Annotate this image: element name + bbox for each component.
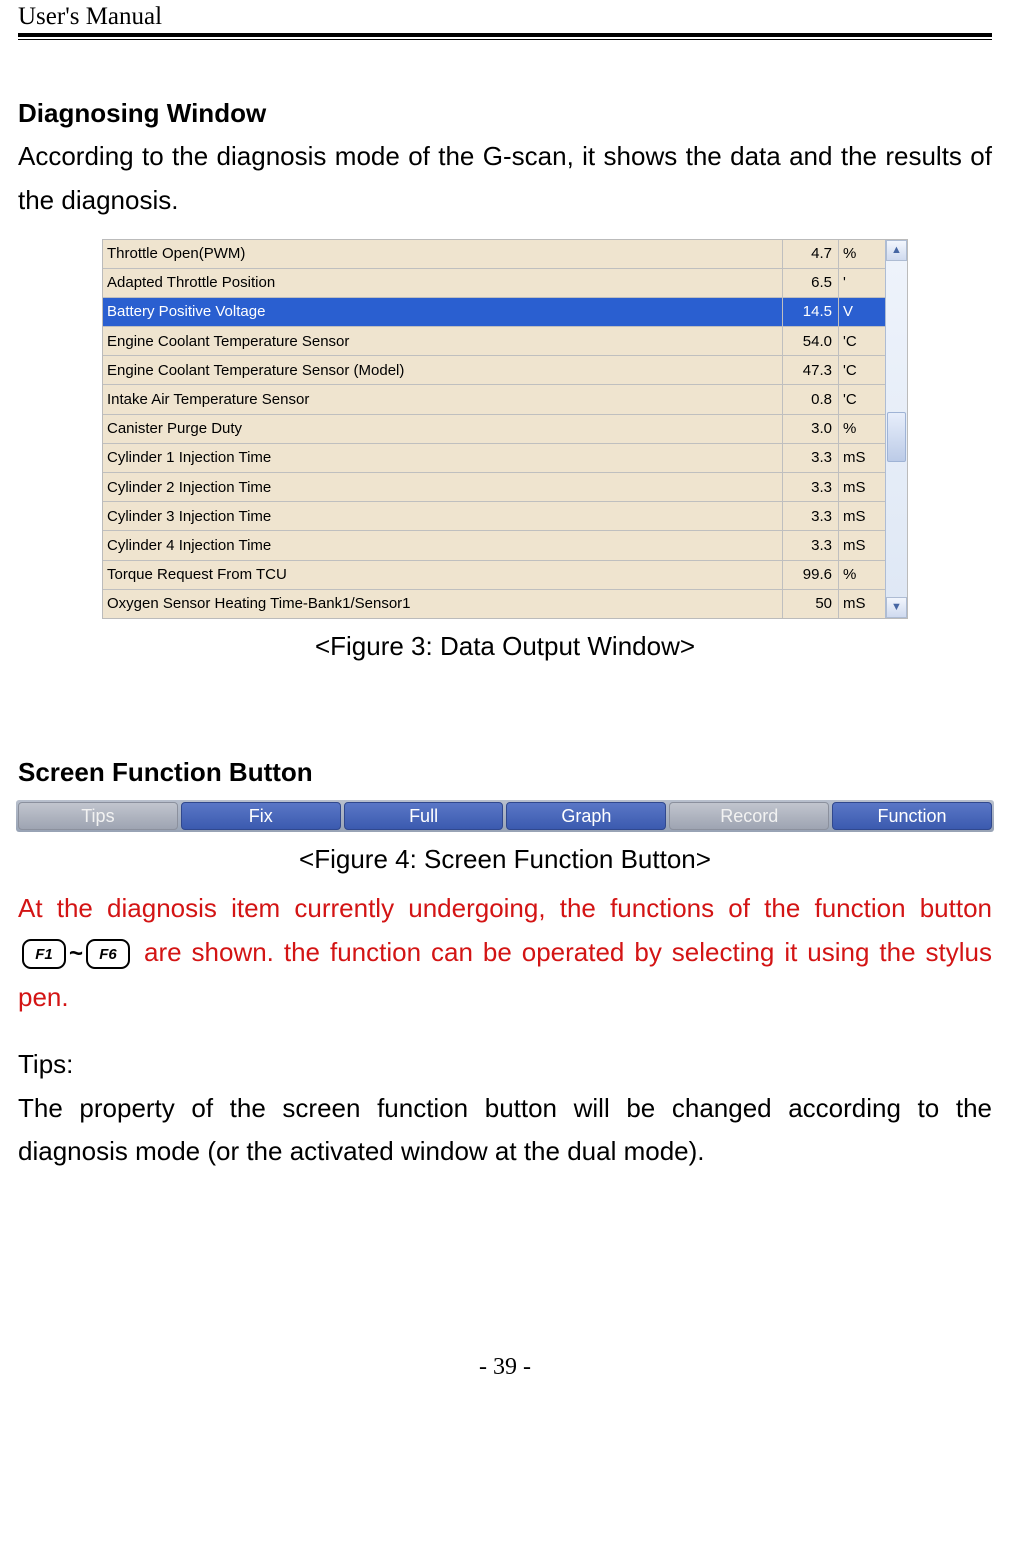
param-name: Oxygen Sensor Heating Time-Bank1/Sensor1: [103, 590, 783, 618]
param-name: Intake Air Temperature Sensor: [103, 385, 783, 413]
param-name: Canister Purge Duty: [103, 415, 783, 443]
table-row[interactable]: Cylinder 2 Injection Time3.3mS: [103, 473, 885, 502]
param-value: 14.5: [783, 298, 839, 326]
figure3-caption: <Figure 3: Data Output Window>: [102, 625, 908, 669]
table-row[interactable]: Torque Request From TCU99.6%: [103, 561, 885, 590]
param-name: Cylinder 1 Injection Time: [103, 444, 783, 472]
param-unit: mS: [839, 444, 885, 472]
scroll-thumb[interactable]: [887, 412, 906, 462]
param-value: 3.3: [783, 531, 839, 559]
red-instruction-text: At the diagnosis item currently undergoi…: [18, 886, 992, 1019]
param-name: Engine Coolant Temperature Sensor (Model…: [103, 356, 783, 384]
data-output-grid[interactable]: Throttle Open(PWM)4.7%Adapted Throttle P…: [102, 239, 908, 619]
tips-body: The property of the screen function butt…: [18, 1087, 992, 1174]
param-unit: %: [839, 561, 885, 589]
table-row[interactable]: Cylinder 3 Injection Time3.3mS: [103, 502, 885, 531]
param-name: Adapted Throttle Position: [103, 269, 783, 297]
param-value: 0.8: [783, 385, 839, 413]
param-name: Cylinder 2 Injection Time: [103, 473, 783, 501]
fn-button-function[interactable]: Function: [832, 802, 992, 830]
scroll-up-button[interactable]: ▲: [886, 240, 907, 261]
table-row[interactable]: Throttle Open(PWM)4.7%: [103, 240, 885, 269]
red-part1: At the diagnosis item currently undergoi…: [18, 893, 992, 923]
fn-button-tips: Tips: [18, 802, 178, 830]
section-diagnosing-title: Diagnosing Window: [18, 92, 992, 136]
keycap-f6: F6: [86, 939, 130, 969]
table-row[interactable]: Cylinder 4 Injection Time3.3mS: [103, 531, 885, 560]
param-unit: V: [839, 298, 885, 326]
section-diagnosing-body: According to the diagnosis mode of the G…: [18, 135, 992, 222]
table-row[interactable]: Engine Coolant Temperature Sensor54.0'C: [103, 327, 885, 356]
table-row[interactable]: Battery Positive Voltage14.5V: [103, 298, 885, 327]
param-unit: mS: [839, 502, 885, 530]
key-range-graphic: F1 ~ F6: [22, 934, 130, 975]
tilde-icon: ~: [69, 934, 83, 975]
tips-label: Tips:: [18, 1043, 992, 1087]
param-name: Cylinder 3 Injection Time: [103, 502, 783, 530]
param-name: Throttle Open(PWM): [103, 240, 783, 268]
param-unit: mS: [839, 473, 885, 501]
param-unit: mS: [839, 590, 885, 618]
param-value: 3.3: [783, 444, 839, 472]
param-value: 3.3: [783, 473, 839, 501]
page-footer-number: - 39 -: [18, 1354, 992, 1381]
scroll-down-button[interactable]: ▼: [886, 597, 907, 618]
scroll-track[interactable]: [886, 261, 907, 597]
header-rule-thick: [18, 33, 992, 37]
param-unit: %: [839, 415, 885, 443]
param-value: 4.7: [783, 240, 839, 268]
table-row[interactable]: Intake Air Temperature Sensor0.8'C: [103, 385, 885, 414]
table-row[interactable]: Oxygen Sensor Heating Time-Bank1/Sensor1…: [103, 590, 885, 618]
fn-button-record: Record: [669, 802, 829, 830]
param-value: 6.5: [783, 269, 839, 297]
figure4-caption: <Figure 4: Screen Function Button>: [18, 838, 992, 882]
fn-button-full[interactable]: Full: [344, 802, 504, 830]
param-name: Engine Coolant Temperature Sensor: [103, 327, 783, 355]
section-function-title: Screen Function Button: [18, 751, 992, 795]
fn-button-graph[interactable]: Graph: [506, 802, 666, 830]
param-name: Battery Positive Voltage: [103, 298, 783, 326]
param-value: 3.3: [783, 502, 839, 530]
param-unit: %: [839, 240, 885, 268]
param-unit: 'C: [839, 356, 885, 384]
scrollbar[interactable]: ▲ ▼: [885, 240, 907, 618]
function-button-bar: TipsFixFullGraphRecordFunction: [16, 800, 994, 832]
param-unit: 'C: [839, 327, 885, 355]
red-part2: are shown. the function can be operated …: [18, 937, 992, 1012]
param-value: 54.0: [783, 327, 839, 355]
keycap-f1: F1: [22, 939, 66, 969]
param-value: 50: [783, 590, 839, 618]
table-row[interactable]: Adapted Throttle Position6.5': [103, 269, 885, 298]
param-unit: ': [839, 269, 885, 297]
fn-button-fix[interactable]: Fix: [181, 802, 341, 830]
param-value: 99.6: [783, 561, 839, 589]
page-header-title: User's Manual: [18, 0, 992, 33]
param-unit: 'C: [839, 385, 885, 413]
param-name: Cylinder 4 Injection Time: [103, 531, 783, 559]
param-value: 47.3: [783, 356, 839, 384]
param-name: Torque Request From TCU: [103, 561, 783, 589]
table-row[interactable]: Canister Purge Duty3.0%: [103, 415, 885, 444]
param-unit: mS: [839, 531, 885, 559]
table-row[interactable]: Engine Coolant Temperature Sensor (Model…: [103, 356, 885, 385]
table-row[interactable]: Cylinder 1 Injection Time3.3mS: [103, 444, 885, 473]
param-value: 3.0: [783, 415, 839, 443]
